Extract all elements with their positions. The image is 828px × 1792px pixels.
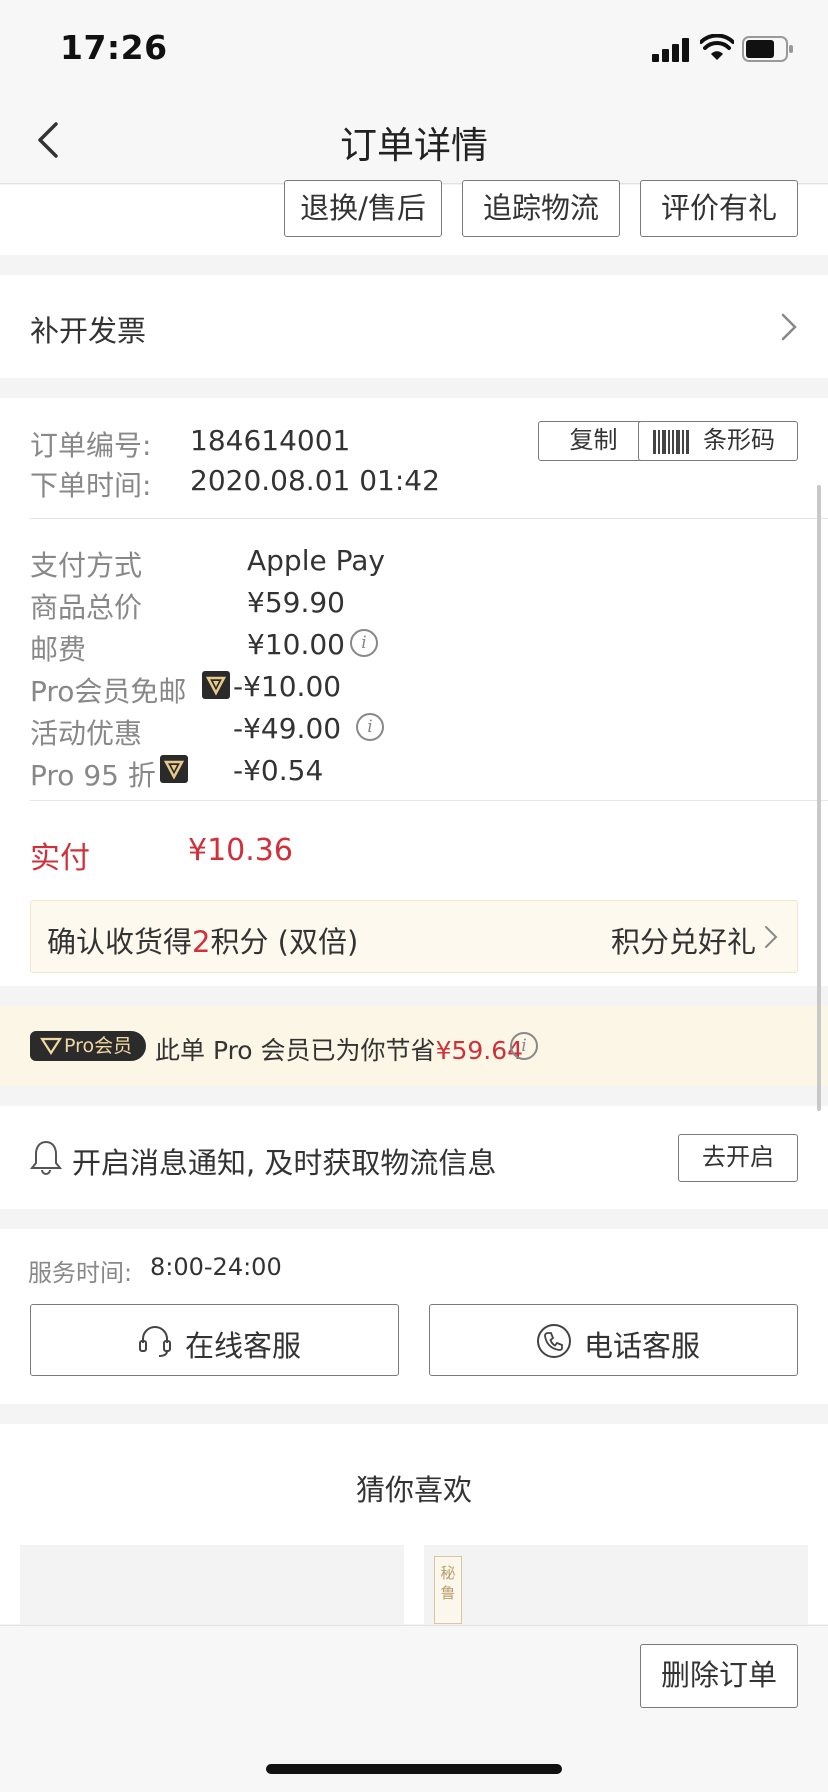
phone-icon xyxy=(537,1324,571,1358)
shipping-info-icon[interactable]: i xyxy=(350,629,378,657)
review-button[interactable]: 评价有礼 xyxy=(640,180,798,237)
points-suffix: 积分 (双倍) xyxy=(210,925,359,959)
divider xyxy=(30,800,828,801)
invoice-label: 补开发票 xyxy=(30,314,147,348)
points-text: 确认收货得2积分 (双倍) xyxy=(47,919,358,961)
pro-badge-icon xyxy=(160,755,188,783)
signal-icon xyxy=(652,38,689,62)
paid-value: ¥10.36 xyxy=(188,833,293,868)
bell-icon xyxy=(30,1140,62,1175)
pro-saving-label: 此单 Pro 会员已为你节省 xyxy=(155,1036,436,1065)
order-time-label: 下单时间: xyxy=(30,469,152,502)
recommend-title: 猜你喜欢 xyxy=(355,1473,472,1507)
payment-method-label: 支付方式 xyxy=(30,549,143,582)
chevron-right-icon xyxy=(781,313,797,341)
product-card[interactable] xyxy=(20,1545,404,1625)
payment-method-value: Apple Pay xyxy=(247,544,385,577)
scrollbar[interactable] xyxy=(817,485,821,1111)
points-count: 2 xyxy=(192,925,211,959)
online-service-label: 在线客服 xyxy=(185,1329,302,1363)
enable-notification-button[interactable]: 去开启 xyxy=(678,1134,798,1182)
divider xyxy=(30,518,828,519)
track-shipment-button[interactable]: 追踪物流 xyxy=(462,180,620,237)
paid-label: 实付 xyxy=(30,841,90,876)
promo-label: 活动优惠 xyxy=(30,717,143,750)
pro-saving-info-icon[interactable]: i xyxy=(510,1032,538,1060)
chevron-right-icon xyxy=(765,926,778,948)
pro-badge-icon xyxy=(202,671,230,699)
goods-total-label: 商品总价 xyxy=(30,591,143,624)
product-card[interactable] xyxy=(424,1545,808,1625)
pro-free-shipping-label: Pro会员免邮 xyxy=(30,675,187,708)
barcode-icon xyxy=(653,430,689,454)
battery-icon xyxy=(742,36,793,62)
points-redeem-link[interactable]: 积分兑好礼 xyxy=(611,919,756,961)
phone-service-label: 电话客服 xyxy=(584,1329,701,1363)
pro-saving-text: 此单 Pro 会员已为你节省¥59.64 xyxy=(155,1031,523,1067)
service-time-value: 8:00-24:00 xyxy=(150,1253,282,1281)
pro-free-shipping-value: -¥10.00 xyxy=(233,670,342,703)
product-origin-tag: 秘鲁 xyxy=(434,1556,462,1624)
order-time-value: 2020.08.01 01:42 xyxy=(190,464,440,497)
order-number-label: 订单编号: xyxy=(30,429,152,462)
shipping-value: ¥10.00 xyxy=(247,628,345,661)
online-service-button[interactable]: 在线客服 xyxy=(30,1304,399,1376)
barcode-label: 条形码 xyxy=(703,426,775,454)
promo-value: -¥49.00 xyxy=(233,712,342,745)
wifi-icon xyxy=(700,34,734,60)
promo-info-icon[interactable]: i xyxy=(356,713,384,741)
pro-discount-value: -¥0.54 xyxy=(233,754,324,787)
barcode-button[interactable]: 条形码 xyxy=(638,421,798,461)
copy-button[interactable]: 复制 xyxy=(538,421,649,461)
pro-discount-label: Pro 95 折 xyxy=(30,759,156,792)
status-time: 17:26 xyxy=(60,28,168,67)
service-time-label: 服务时间: xyxy=(28,1259,133,1287)
points-prefix: 确认收货得 xyxy=(47,925,193,959)
pro-logo-icon xyxy=(40,1037,62,1055)
headset-icon xyxy=(139,1326,171,1357)
phone-service-button[interactable]: 电话客服 xyxy=(429,1304,798,1376)
order-number-value: 184614001 xyxy=(190,424,351,457)
notification-text: 开启消息通知, 及时获取物流信息 xyxy=(72,1146,497,1180)
page-title: 订单详情 xyxy=(340,124,488,167)
return-service-button[interactable]: 退换/售后 xyxy=(284,180,442,237)
shipping-label: 邮费 xyxy=(30,633,87,666)
home-indicator xyxy=(266,1764,562,1774)
delete-order-button[interactable]: 删除订单 xyxy=(640,1644,798,1708)
goods-total-value: ¥59.90 xyxy=(247,586,345,619)
